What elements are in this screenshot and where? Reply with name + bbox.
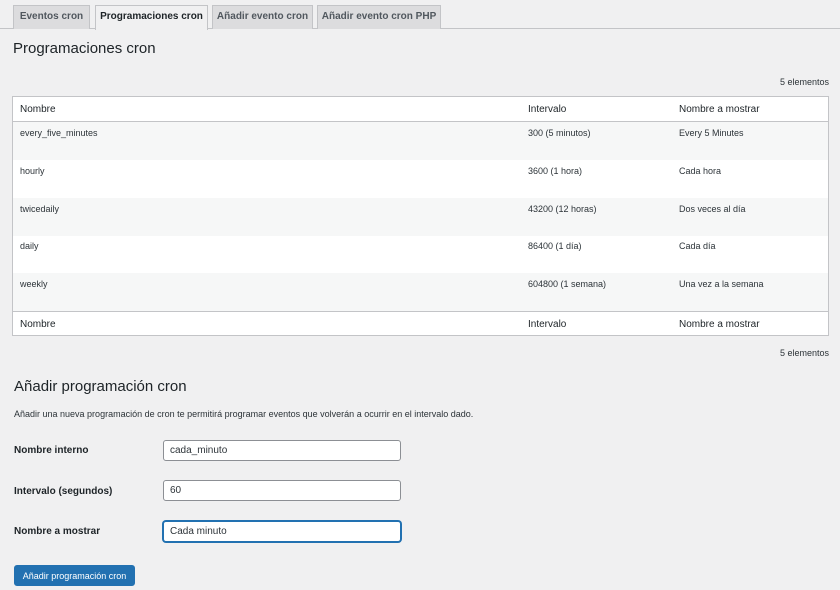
cell-name: hourly [20,166,45,176]
table-row: hourly 3600 (1 hora) Cada hora [13,160,828,198]
column-header-nombre-mostrar[interactable]: Nombre a mostrar [679,104,760,115]
tab-anadir-evento-cron-php[interactable]: Añadir evento cron PHP [317,5,441,29]
nav-tabs: Eventos cron Programaciones cron Añadir … [0,0,840,30]
display-name-input[interactable] [163,521,401,542]
tab-programaciones-cron[interactable]: Programaciones cron [95,5,208,30]
add-schedule-description: Añadir una nueva programación de cron te… [14,409,474,419]
cell-display-name: Cada día [679,241,716,251]
interval-input[interactable] [163,480,401,501]
table-footer: Nombre Intervalo Nombre a mostrar [13,311,828,336]
display-name-label: Nombre a mostrar [14,526,101,537]
table-header: Nombre Intervalo Nombre a mostrar [13,97,828,122]
cell-interval: 3600 (1 hora) [528,166,583,176]
cell-display-name: Dos veces al día [679,204,746,214]
internal-name-label: Nombre interno [14,445,89,456]
item-count-top: 5 elementos [779,77,829,87]
cell-name: weekly [20,279,48,289]
schedules-table: Nombre Intervalo Nombre a mostrar every_… [12,96,829,336]
table-row: daily 86400 (1 día) Cada día [13,236,828,274]
column-footer-intervalo[interactable]: Intervalo [528,319,566,330]
tab-anadir-evento-cron[interactable]: Añadir evento cron [212,5,313,29]
cell-display-name: Cada hora [679,166,722,176]
interval-label: Intervalo (segundos) [14,486,113,497]
column-footer-nombre-mostrar[interactable]: Nombre a mostrar [679,319,760,330]
cell-display-name: Every 5 Minutes [679,128,744,138]
table-row: twicedaily 43200 (12 horas) Dos veces al… [13,198,828,236]
tab-eventos-cron[interactable]: Eventos cron [13,5,90,29]
cell-name: daily [20,241,39,251]
internal-name-input[interactable] [163,440,401,461]
cell-interval: 43200 (12 horas) [528,204,597,214]
cell-interval: 86400 (1 día) [528,241,582,251]
add-schedule-title: Añadir programación cron [14,378,187,395]
cell-interval: 604800 (1 semana) [528,279,607,289]
cell-name: every_five_minutes [20,128,98,138]
item-count-bottom: 5 elementos [779,348,829,358]
column-header-nombre[interactable]: Nombre [20,104,56,115]
page-title: Programaciones cron [13,40,156,57]
cell-display-name: Una vez a la semana [679,279,764,289]
cell-name: twicedaily [20,204,60,214]
add-schedule-button[interactable]: Añadir programación cron [14,565,135,586]
table-row: weekly 604800 (1 semana) Una vez a la se… [13,273,828,311]
table-row: every_five_minutes 300 (5 minutos) Every… [13,122,828,160]
column-footer-nombre[interactable]: Nombre [20,319,56,330]
cell-interval: 300 (5 minutos) [528,128,591,138]
column-header-intervalo[interactable]: Intervalo [528,104,566,115]
